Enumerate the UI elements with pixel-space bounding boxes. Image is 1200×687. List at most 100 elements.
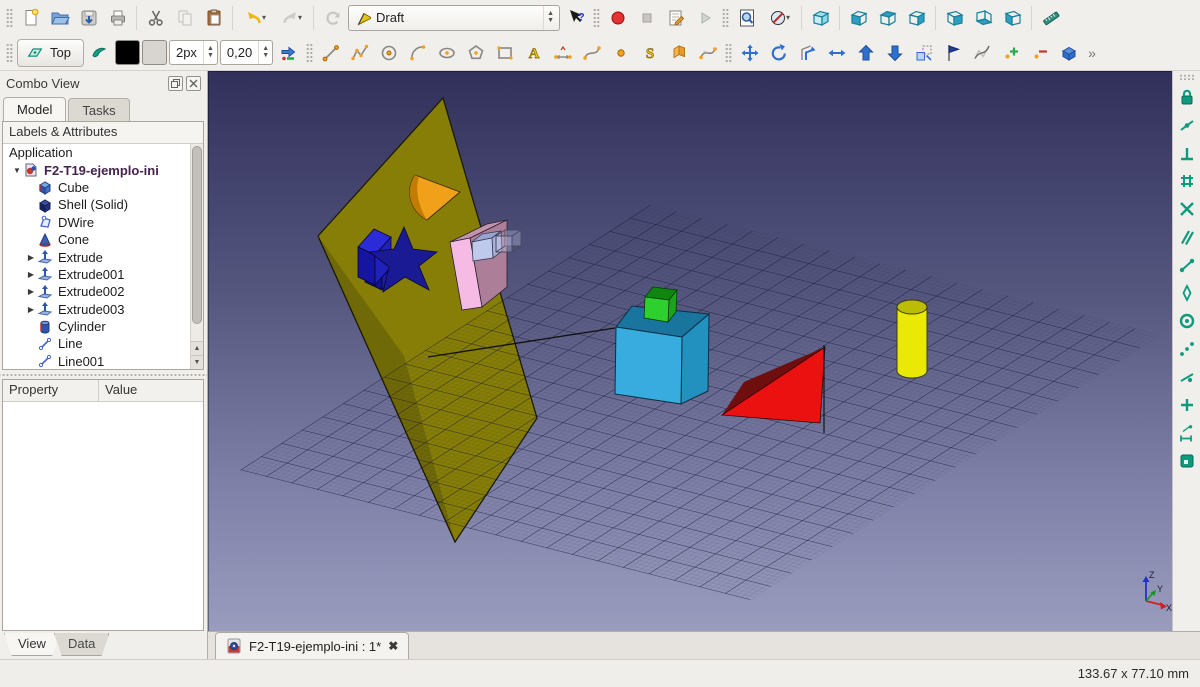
snap-lock-button[interactable] [1173,83,1200,110]
construction-mode-button[interactable] [86,39,113,66]
save-button[interactable] [75,4,102,31]
macro-record-button[interactable] [604,4,631,31]
macro-edit-button[interactable] [662,4,689,31]
snap-midpoint-button[interactable] [1173,111,1200,138]
dropdown-caret-icon[interactable]: ▾ [262,13,266,22]
open-button[interactable] [46,4,73,31]
draft-text-button[interactable]: A [520,39,547,66]
document-tab[interactable]: F2-T19-ejemplo-ini : 1* ✖ [215,632,410,659]
tree-item-cylinder[interactable]: Cylinder [3,318,190,335]
draft-bezcurve-button[interactable] [694,39,721,66]
draw-style-button[interactable]: ▾ [762,4,796,31]
tree-item-cube[interactable]: Cube [3,179,190,196]
3d-viewport[interactable]: Z Y X [208,71,1172,631]
macro-stop-button[interactable] [633,4,660,31]
draft-rectangle-button[interactable] [491,39,518,66]
view-axonometric-button[interactable] [807,4,834,31]
toolbar-grip[interactable] [6,7,13,28]
tree-item-line[interactable]: Line [3,335,190,352]
snap-dimensions-button[interactable] [1173,419,1200,446]
view-rear-button[interactable] [941,4,968,31]
draft-wire-button[interactable] [346,39,373,66]
toolbar-grip[interactable] [306,42,314,63]
tree-item-extrude001[interactable]: ▶ Extrude001 [3,266,190,283]
draft-shapestring-button[interactable]: S [636,39,663,66]
draft-facebinder-button[interactable] [665,39,692,66]
draft-2sketch-button[interactable] [1055,39,1082,66]
fit-all-button[interactable] [733,4,760,31]
tree-item-cone[interactable]: Cone [3,231,190,248]
wireframe-cube-object[interactable] [495,229,522,253]
dropdown-caret-icon[interactable]: ▾ [298,13,302,22]
green-cube-object[interactable] [643,286,678,324]
macro-play-button[interactable] [691,4,718,31]
float-panel-button[interactable] [168,75,183,91]
scroll-down-button[interactable]: ▼ [191,355,203,369]
draft-point-button[interactable] [607,39,634,66]
draft-polygon-button[interactable] [462,39,489,66]
toolbar-grip[interactable] [722,7,729,28]
draft-ellipse-button[interactable] [433,39,460,66]
draft-dimension-button[interactable] [549,39,576,66]
working-plane-button[interactable]: Top [17,38,84,67]
view-front-button[interactable] [845,4,872,31]
print-button[interactable] [104,4,131,31]
whats-this-button[interactable]: ? [562,4,589,31]
expander-icon[interactable]: ▶ [25,287,37,296]
copy-button[interactable] [171,4,198,31]
expander-icon[interactable]: ▶ [25,305,37,314]
draft-bspline-button[interactable] [578,39,605,66]
tab-view[interactable]: View [4,633,60,656]
close-document-icon[interactable]: ✖ [388,639,398,653]
view-bottom-button[interactable] [970,4,997,31]
draft-wire2bspline-button[interactable] [968,39,995,66]
toolbar-grip[interactable] [725,42,733,63]
line-width-spin[interactable]: 2px ▲ ▼ [168,40,218,65]
toolbar-grip[interactable] [593,7,600,28]
toolbar-grip[interactable] [1178,74,1195,80]
tab-tasks[interactable]: Tasks [68,98,130,121]
snap-workingplane-button[interactable] [1173,447,1200,474]
snap-parallel-button[interactable] [1173,223,1200,250]
cut-button[interactable] [142,4,169,31]
panel-splitter[interactable] [0,372,207,378]
snap-extension-button[interactable] [1173,391,1200,418]
scale-spin[interactable]: 0,20 ▲ ▼ [219,40,274,65]
dropdown-caret-icon[interactable]: ▾ [786,13,790,22]
tree-item-document[interactable]: ▼ F2-T19-ejemplo-ini [3,161,190,178]
draft-scale-button[interactable] [910,39,937,66]
apply-style-button[interactable] [275,39,302,66]
new-file-button[interactable] [17,4,44,31]
draft-delpoint-button[interactable] [1026,39,1053,66]
snap-near-button[interactable] [1173,363,1200,390]
view-left-button[interactable] [999,4,1026,31]
view-top-button[interactable] [874,4,901,31]
draft-rotate-button[interactable] [765,39,792,66]
close-panel-button[interactable] [186,75,201,91]
draft-trimex-button[interactable] [823,39,850,66]
tree-item-extrude002[interactable]: ▶ Extrude002 [3,283,190,300]
draft-upgrade-button[interactable] [852,39,879,66]
undo-button[interactable]: ▾ [238,4,272,31]
tab-data[interactable]: Data [53,633,110,656]
expander-icon[interactable]: ▶ [25,253,37,262]
draft-downgrade-button[interactable] [881,39,908,66]
toolbar-overflow-button[interactable]: » [1084,45,1100,61]
workbench-selector[interactable]: Draft ▲ ▼ [348,4,560,31]
tree-item-extrude003[interactable]: ▶ Extrude003 [3,301,190,318]
draft-arc-button[interactable] [404,39,431,66]
tab-model[interactable]: Model [3,97,67,121]
combo-spinner-icon[interactable]: ▲ ▼ [543,5,557,30]
draft-edit-button[interactable] [939,39,966,66]
snap-intersection-button[interactable] [1173,195,1200,222]
refresh-button[interactable] [319,4,346,31]
draft-offset-button[interactable] [794,39,821,66]
face-color-swatch[interactable] [141,40,167,65]
snap-angle-button[interactable] [1173,279,1200,306]
view-right-button[interactable] [903,4,930,31]
draft-line-button[interactable] [317,39,344,66]
snap-endpoint-button[interactable] [1173,251,1200,278]
line-color-swatch[interactable] [114,40,140,65]
toolbar-grip[interactable] [6,42,13,63]
tree-item-application[interactable]: Application [3,144,190,161]
